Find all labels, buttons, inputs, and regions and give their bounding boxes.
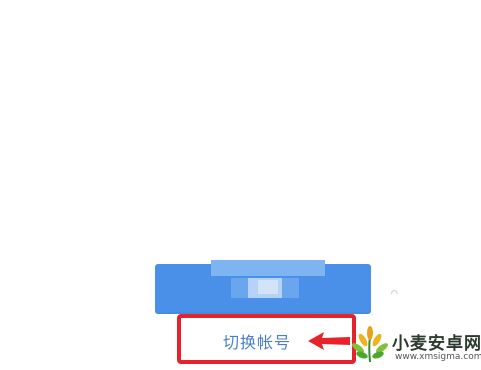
watermark: 小麦安卓网 www.xmsigma.com <box>350 322 481 366</box>
login-screen: ᴖ 切换帐号 小麦安卓网 www.xmsigma.com <box>0 0 481 370</box>
pixelated-label-mask <box>258 280 278 294</box>
wheat-logo-icon <box>352 326 388 363</box>
arrow-left-icon <box>308 332 350 350</box>
pixelated-label-mask <box>211 260 325 276</box>
switch-account-link[interactable]: 切换帐号 <box>223 329 291 353</box>
faint-cursor-mark: ᴖ <box>390 286 399 302</box>
login-button[interactable] <box>155 260 371 314</box>
watermark-url: www.xmsigma.com <box>395 352 481 362</box>
watermark-title: 小麦安卓网 <box>392 334 481 354</box>
